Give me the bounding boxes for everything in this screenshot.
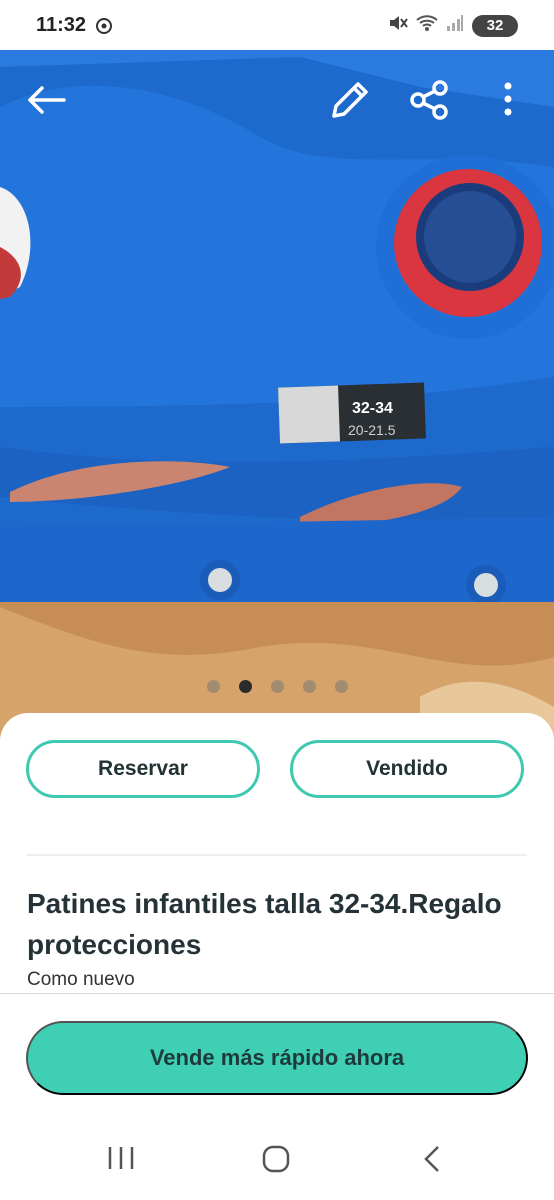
signal-icon — [446, 14, 464, 37]
back-arrow-icon[interactable] — [24, 78, 68, 127]
page-dot[interactable] — [270, 680, 284, 693]
mute-icon — [388, 14, 408, 37]
status-bar: 11:32 32 — [0, 0, 554, 50]
promote-button[interactable]: Vende más rápido ahora — [26, 1021, 528, 1095]
size-label-top: 32-34 — [352, 400, 393, 417]
home-icon[interactable] — [260, 1143, 292, 1180]
reserve-button[interactable]: Reservar — [26, 740, 260, 798]
item-title: Patines infantiles talla 32-34.Regalo pr… — [27, 888, 502, 960]
skate-image: 32-34 20-21.5 — [0, 47, 554, 747]
page-dot-active[interactable] — [238, 680, 252, 693]
page-dot[interactable] — [334, 680, 348, 693]
status-icons: 32 — [388, 14, 518, 37]
edit-pencil-icon[interactable] — [328, 78, 372, 127]
recent-apps-icon[interactable] — [106, 1143, 136, 1178]
photo-toolbar — [0, 78, 554, 122]
more-vert-icon[interactable] — [496, 78, 520, 127]
chrome-icon — [96, 18, 112, 39]
size-label-bottom: 20-21.5 — [348, 422, 396, 438]
product-photo[interactable]: 32-34 20-21.5 — [0, 47, 554, 747]
footer-divider — [0, 993, 554, 994]
page-indicator — [0, 680, 554, 693]
back-icon[interactable] — [418, 1143, 446, 1180]
page-dot[interactable] — [206, 680, 220, 693]
system-nav-bar — [0, 1125, 554, 1200]
wifi-icon — [416, 14, 438, 37]
page-dot[interactable] — [302, 680, 316, 693]
battery-icon: 32 — [472, 14, 518, 37]
sold-button[interactable]: Vendido — [290, 740, 524, 798]
section-divider — [27, 854, 527, 856]
status-time: 11:32 — [36, 14, 87, 36]
item-condition: Como nuevo — [27, 969, 135, 990]
share-icon[interactable] — [408, 78, 452, 127]
